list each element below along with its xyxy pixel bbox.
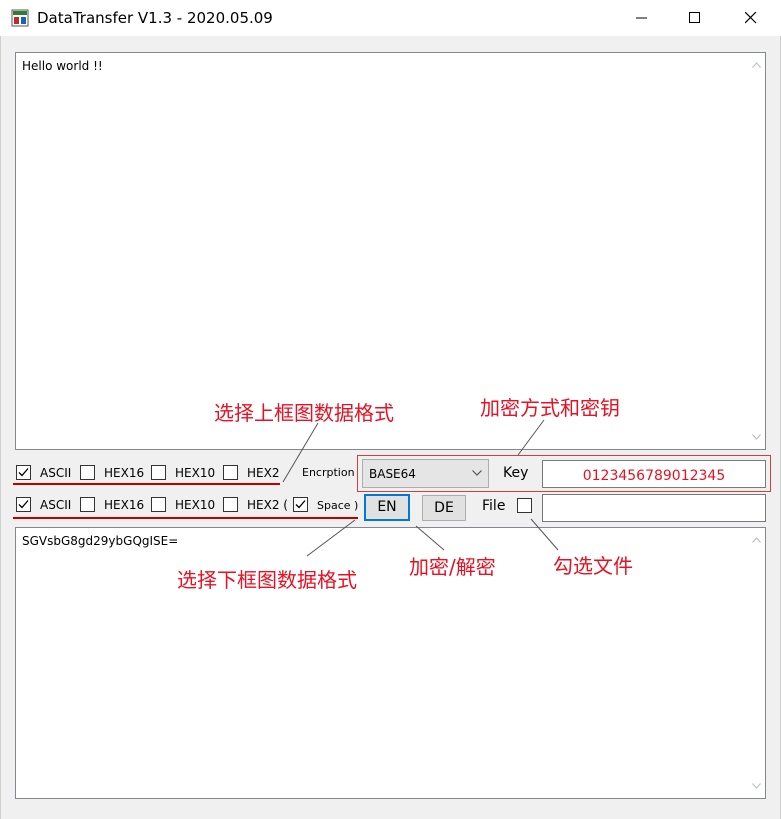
maximize-icon [689, 12, 700, 23]
vertical-scrollbar[interactable] [748, 528, 765, 798]
minimize-icon [636, 17, 647, 19]
file-checkbox[interactable] [517, 498, 532, 513]
maximize-button[interactable] [672, 0, 718, 36]
encrypt-button[interactable]: EN [364, 494, 410, 521]
upper-ascii-checkbox[interactable] [16, 465, 31, 480]
space-label: Space ) [317, 499, 359, 512]
upper-hex2-label: HEX2 [247, 466, 280, 480]
window-border-left [0, 36, 1, 819]
close-button[interactable] [728, 0, 774, 36]
lower-ascii-label: ASCII [40, 498, 72, 512]
scroll-up-icon[interactable] [752, 62, 761, 68]
scroll-up-icon[interactable] [752, 537, 761, 543]
scroll-down-icon[interactable] [752, 783, 761, 789]
upper-hex16-checkbox[interactable] [80, 465, 95, 480]
input-textbox[interactable]: Hello world !! [15, 52, 766, 450]
space-checkbox[interactable] [293, 497, 308, 512]
window-title: DataTransfer V1.3 - 2020.05.09 [37, 9, 273, 27]
title-bar[interactable]: DataTransfer V1.3 - 2020.05.09 [0, 0, 781, 36]
input-text: Hello world !! [22, 59, 103, 73]
annotation-en-de: 加密/解密 [409, 555, 496, 579]
close-icon [745, 12, 757, 24]
lower-ascii-checkbox[interactable] [16, 497, 31, 512]
annotation-lower-format: 选择下框图数据格式 [177, 568, 357, 592]
lower-hex2-label: HEX2 ( [247, 498, 288, 512]
file-label: File [482, 498, 506, 514]
lower-hex2-checkbox[interactable] [223, 497, 238, 512]
lower-format-underline [13, 517, 358, 519]
encryption-label: Encrption [302, 466, 355, 479]
upper-format-underline [13, 483, 280, 485]
lower-hex10-checkbox[interactable] [151, 497, 166, 512]
lower-hex16-checkbox[interactable] [80, 497, 95, 512]
upper-hex2-checkbox[interactable] [223, 465, 238, 480]
annotation-upper-format: 选择上框图数据格式 [214, 401, 394, 425]
app-icon [11, 9, 29, 27]
upper-hex10-checkbox[interactable] [151, 465, 166, 480]
lower-hex10-label: HEX10 [175, 498, 216, 512]
check-icon [18, 468, 29, 477]
encryption-highlight-box [357, 455, 771, 492]
scroll-down-icon[interactable] [752, 434, 761, 440]
vertical-scrollbar[interactable] [748, 53, 765, 449]
minimize-button[interactable] [619, 0, 665, 36]
upper-hex16-label: HEX16 [104, 466, 145, 480]
annotation-select-file: 勾选文件 [553, 554, 633, 578]
output-textbox[interactable]: SGVsbG8gd29ybGQgISE= [15, 527, 766, 799]
upper-ascii-label: ASCII [40, 466, 72, 480]
check-icon [295, 500, 306, 509]
decrypt-button[interactable]: DE [422, 495, 466, 521]
check-icon [18, 500, 29, 509]
file-path-input[interactable] [542, 494, 766, 522]
lower-hex16-label: HEX16 [104, 498, 145, 512]
annotation-encrypt-method: 加密方式和密钥 [480, 396, 620, 420]
upper-hex10-label: HEX10 [175, 466, 216, 480]
output-text: SGVsbG8gd29ybGQgISE= [22, 534, 179, 548]
